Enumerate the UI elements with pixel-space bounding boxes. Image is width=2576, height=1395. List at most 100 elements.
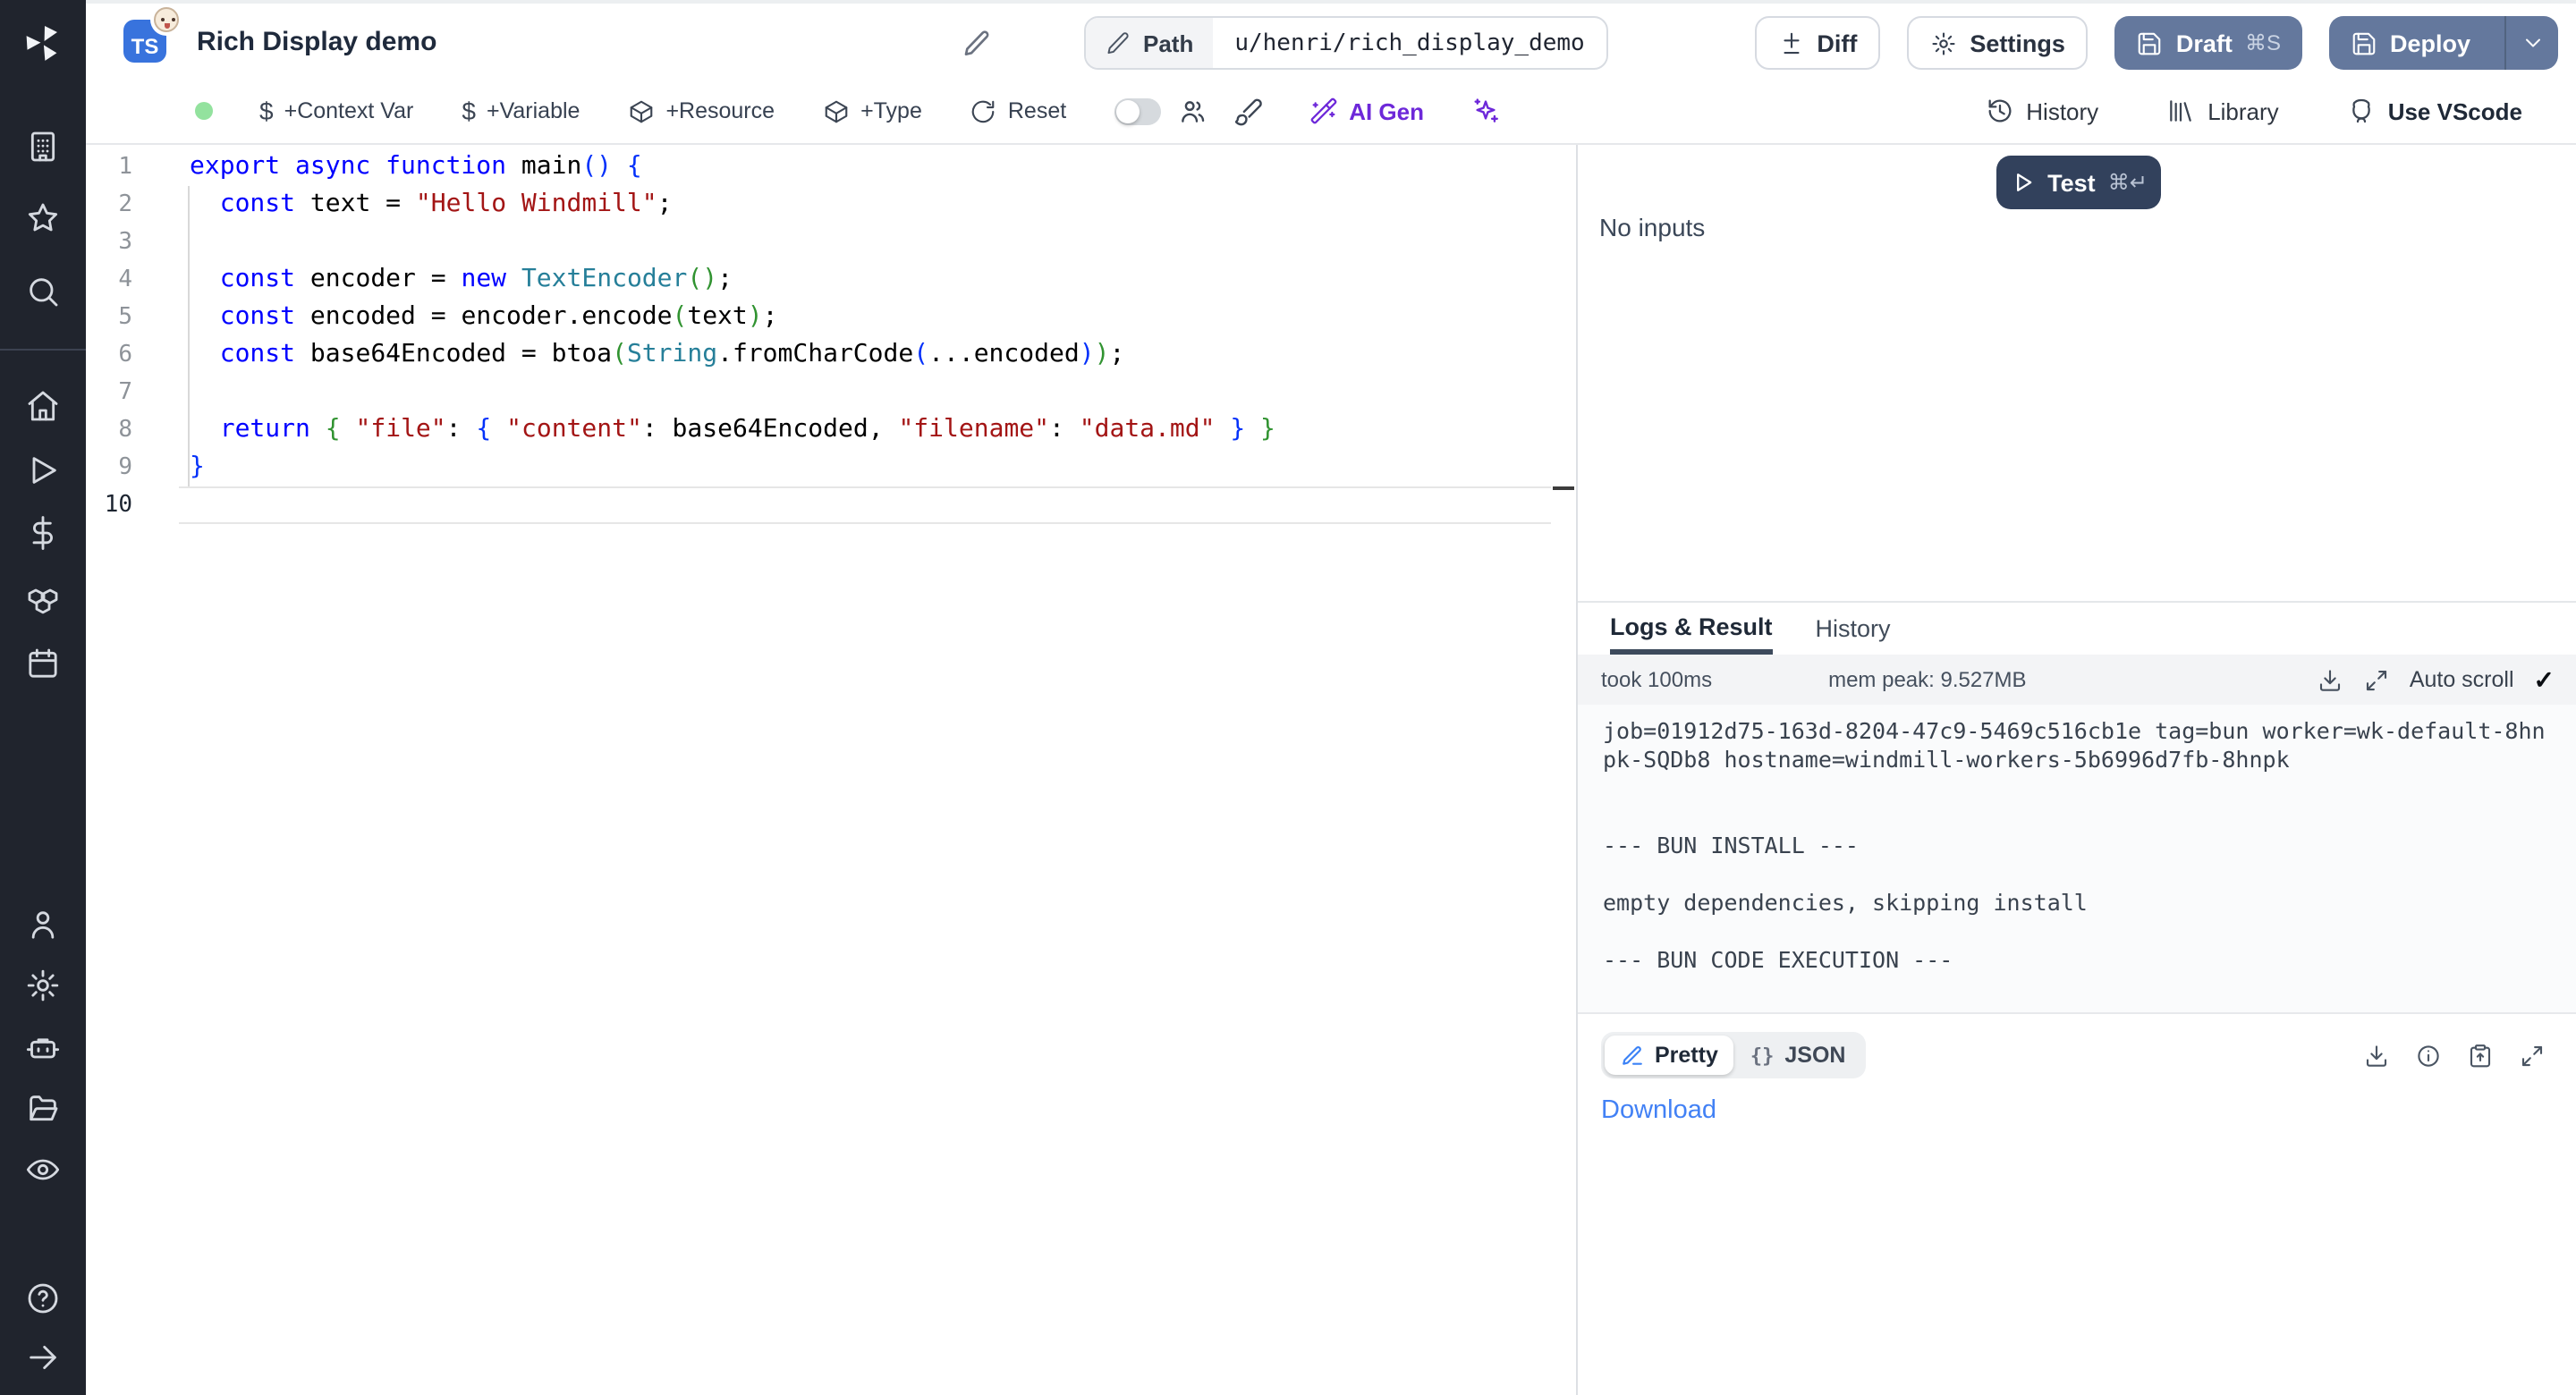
duration-text: took 100ms [1601, 667, 1712, 692]
line-number: 1 [86, 148, 132, 186]
test-label: Test [2047, 169, 2096, 196]
runs-play-icon[interactable] [25, 452, 61, 488]
line-number: 7 [86, 374, 132, 411]
path-label-section[interactable]: Path [1086, 18, 1213, 68]
line-number: 10 [86, 486, 132, 524]
json-tab[interactable]: {} JSON [1734, 1036, 1862, 1075]
format-brush-icon[interactable] [1233, 96, 1263, 126]
settings-button[interactable]: Settings [1907, 16, 2089, 70]
dollar-icon: $ [462, 97, 476, 125]
settings-label: Settings [1970, 30, 2065, 56]
line-number: 2 [86, 186, 132, 224]
mochi-emoji-icon [154, 7, 179, 32]
history-icon [1985, 97, 2013, 125]
page-title: Rich Display demo [197, 26, 436, 56]
edit-title-pencil-icon[interactable] [962, 29, 991, 57]
add-type-button[interactable]: +Type [823, 97, 922, 124]
workspace-icon[interactable] [25, 129, 61, 165]
log-text: job=01912d75-163d-8204-47c9-5469c516cb1e… [1603, 717, 2551, 975]
folders-icon[interactable] [25, 1091, 61, 1127]
resources-boxes-icon[interactable] [25, 581, 61, 617]
audit-eye-icon[interactable] [25, 1152, 61, 1188]
no-inputs-text: No inputs [1599, 213, 1705, 241]
result-viewer: Pretty {} JSON [1578, 1012, 2576, 1395]
line-number: 3 [86, 224, 132, 261]
code-line[interactable]: 7 [86, 374, 1576, 411]
use-vscode-button[interactable]: Use VScode [2347, 97, 2522, 125]
code-line[interactable]: 1export async function main() { [86, 148, 1576, 186]
expand-result-icon[interactable] [2519, 1042, 2546, 1069]
copy-clipboard-icon[interactable] [2467, 1042, 2494, 1069]
info-icon[interactable] [2415, 1042, 2442, 1069]
run-stats-bar: took 100ms mem peak: 9.527MB Auto scroll… [1578, 655, 2576, 705]
users-icon[interactable] [1177, 96, 1208, 126]
braces-icon: {} [1750, 1044, 1775, 1067]
reset-button[interactable]: Reset [970, 97, 1066, 124]
path-value[interactable]: u/henri/rich_display_demo [1213, 18, 1606, 68]
test-button[interactable]: Test ⌘↵ [1996, 156, 2161, 209]
deploy-dropdown-button[interactable] [2504, 16, 2558, 70]
autoscroll-check-icon[interactable]: ✓ [2534, 667, 2555, 692]
vscode-icon [2347, 97, 2376, 125]
tab-history[interactable]: History [1816, 603, 1891, 655]
library-icon [2166, 97, 2195, 125]
deploy-button[interactable]: Deploy [2329, 16, 2558, 70]
settings-gear-icon[interactable] [25, 968, 61, 1003]
wand-icon [1309, 97, 1338, 125]
reset-label: Reset [1008, 98, 1066, 123]
history-button[interactable]: History [1985, 97, 2098, 125]
cursor-marker [1553, 486, 1574, 490]
code-line[interactable]: 5 const encoded = encoder.encode(text); [86, 299, 1576, 336]
code-line[interactable]: 3 [86, 224, 1576, 261]
code-line[interactable]: 8 return { "file": { "content": base64En… [86, 411, 1576, 449]
path-label: Path [1143, 30, 1193, 56]
download-result-link[interactable]: Download [1601, 1096, 1716, 1125]
chevron-down-icon [2520, 30, 2545, 55]
path-field[interactable]: Path u/henri/rich_display_demo [1084, 16, 1608, 70]
diff-icon [1777, 30, 1804, 56]
code-line[interactable]: 6 const base64Encoded = btoa(String.from… [86, 336, 1576, 374]
pretty-tab[interactable]: Pretty [1605, 1036, 1734, 1075]
download-result-icon[interactable] [2363, 1042, 2390, 1069]
header: TS Rich Display demo Path u/henri/rich_d… [86, 0, 2576, 79]
download-logs-icon[interactable] [2317, 666, 2343, 693]
variables-dollar-icon[interactable] [25, 515, 61, 551]
pretty-label: Pretty [1655, 1043, 1718, 1068]
diff-label: Diff [1817, 30, 1857, 56]
sparkles-icon[interactable] [1470, 96, 1501, 126]
add-variable-button[interactable]: $ +Variable [462, 97, 580, 125]
search-icon[interactable] [25, 274, 61, 309]
diff-button[interactable]: Diff [1754, 16, 1880, 70]
draft-button[interactable]: Draft ⌘S [2115, 16, 2302, 70]
sidebar-divider [0, 349, 86, 351]
help-icon[interactable] [25, 1281, 61, 1316]
library-label: Library [2207, 97, 2279, 124]
play-icon [2010, 170, 2035, 195]
code-editor[interactable]: 1export async function main() {2 const t… [86, 145, 1578, 1395]
add-resource-button[interactable]: +Resource [628, 97, 775, 124]
use-vscode-label: Use VScode [2388, 97, 2522, 124]
favorites-star-icon[interactable] [25, 200, 61, 236]
tab-logs-result[interactable]: Logs & Result [1610, 603, 1773, 655]
code-line[interactable]: 4 const encoder = new TextEncoder(); [86, 261, 1576, 299]
library-button[interactable]: Library [2166, 97, 2279, 125]
code-line[interactable]: 9} [86, 449, 1576, 486]
collab-toggle[interactable] [1114, 97, 1161, 124]
home-icon[interactable] [25, 388, 61, 424]
expand-sidebar-arrow-icon[interactable] [25, 1340, 61, 1375]
windmill-logo-icon[interactable] [21, 21, 64, 64]
line-number: 8 [86, 411, 132, 449]
schedules-calendar-icon[interactable] [25, 646, 61, 681]
ai-gen-button[interactable]: AI Gen [1309, 97, 1424, 125]
editor-scrollbar[interactable] [1551, 145, 1576, 1395]
pen-icon [1621, 1044, 1644, 1067]
expand-logs-icon[interactable] [2363, 666, 2390, 693]
workers-robot-icon[interactable] [25, 1030, 61, 1066]
code-line[interactable]: 10 [86, 486, 1576, 524]
line-number: 5 [86, 299, 132, 336]
mem-peak-text: mem peak: 9.527MB [1828, 667, 2026, 692]
users-icon[interactable] [25, 907, 61, 943]
save-icon [2351, 30, 2377, 56]
add-context-var-button[interactable]: $ +Context Var [259, 97, 413, 125]
code-line[interactable]: 2 const text = "Hello Windmill"; [86, 186, 1576, 224]
